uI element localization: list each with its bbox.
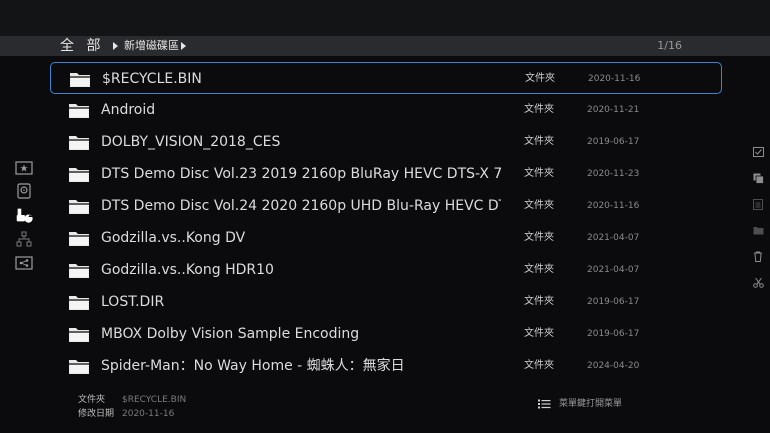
- file-date: 2019-06-17: [587, 329, 640, 339]
- menu-list-icon: [538, 399, 551, 409]
- file-name: MBOX Dolby Vision Sample Encoding: [101, 326, 360, 342]
- breadcrumb-root[interactable]: 全 部: [60, 37, 104, 55]
- file-type: 文件夾: [524, 232, 554, 243]
- file-name: $RECYCLE.BIN: [102, 71, 202, 87]
- file-type: 文件夾: [524, 360, 554, 371]
- footer-type-label: 文件夾: [78, 395, 106, 405]
- share-folder-icon[interactable]: [14, 254, 34, 272]
- footer-date-value: 2020-11-16: [122, 409, 175, 419]
- file-type: 文件夾: [524, 136, 554, 147]
- file-row[interactable]: $RECYCLE.BIN 文件夾 2020-11-16: [50, 62, 722, 94]
- folder-icon: [68, 294, 90, 311]
- folder-icon: [68, 262, 90, 279]
- file-type: 文件夾: [525, 73, 555, 84]
- file-name: DOLBY_VISION_2018_CES: [101, 134, 281, 150]
- file-date: 2020-11-21: [587, 105, 640, 115]
- usb-device-icon[interactable]: 2: [14, 206, 34, 224]
- file-name: LOST.DIR: [101, 294, 165, 310]
- file-name: Godzilla.vs..Kong HDR10: [101, 262, 274, 278]
- file-type: 文件夾: [524, 296, 554, 307]
- file-list: $RECYCLE.BIN 文件夾 2020-11-16 Android 文件夾 2020-…: [50, 62, 722, 382]
- file-date: 2021-04-07: [587, 265, 640, 275]
- folder-icon: [68, 326, 90, 343]
- favorites-folder-icon[interactable]: [14, 159, 34, 177]
- footer-date-label: 修改日期: [78, 409, 115, 419]
- file-type: 文件夾: [524, 200, 554, 211]
- folder-icon: [68, 166, 90, 183]
- folder-icon: [68, 230, 90, 247]
- usb-count-badge: 2: [28, 211, 33, 219]
- file-name: DTS Demo Disc Vol.24 2020 2160p UHD Blu-…: [101, 198, 501, 214]
- breadcrumb-arrow-icon: [113, 42, 118, 50]
- network-icon[interactable]: [14, 230, 34, 248]
- file-date: 2024-04-20: [587, 361, 640, 371]
- file-row[interactable]: DTS Demo Disc Vol.24 2020 2160p UHD Blu-…: [50, 190, 722, 222]
- file-date: 2020-11-16: [587, 201, 640, 211]
- file-row[interactable]: Godzilla.vs..Kong HDR10 文件夾 2021-04-07: [50, 254, 722, 286]
- folder-icon: [68, 358, 90, 375]
- file-name: DTS Demo Disc Vol.23 2019 2160p BluRay H…: [101, 166, 501, 182]
- footer-type-value: $RECYCLE.BIN: [122, 395, 187, 405]
- file-date: 2020-11-23: [587, 169, 640, 179]
- file-type: 文件夾: [524, 104, 554, 115]
- file-date: 2019-06-17: [587, 137, 640, 147]
- menu-hint-text: 菜單鍵打開菜單: [559, 399, 623, 409]
- file-date: 2020-11-16: [588, 74, 641, 84]
- breadcrumb-arrow-icon: [181, 42, 186, 50]
- file-row[interactable]: Spider-Man：No Way Home - 蜘蛛人：無家日 文件夾 2024-…: [50, 350, 722, 382]
- folder-icon: [69, 71, 91, 88]
- move-icon[interactable]: [751, 223, 765, 237]
- file-row[interactable]: LOST.DIR 文件夾 2019-06-17: [50, 286, 722, 318]
- file-date: 2019-06-17: [587, 297, 640, 307]
- folder-icon: [68, 134, 90, 151]
- file-type: 文件夾: [524, 328, 554, 339]
- file-type: 文件夾: [524, 168, 554, 179]
- cut-icon[interactable]: [751, 275, 765, 289]
- page-count: 1/16: [657, 39, 682, 52]
- file-row[interactable]: DOLBY_VISION_2018_CES 文件夾 2019-06-17: [50, 126, 722, 158]
- local-disk-icon[interactable]: [14, 182, 34, 200]
- file-row[interactable]: DTS Demo Disc Vol.23 2019 2160p BluRay H…: [50, 158, 722, 190]
- folder-icon: [68, 102, 90, 119]
- file-name: Spider-Man：No Way Home - 蜘蛛人：無家日: [101, 358, 405, 374]
- file-name: Godzilla.vs..Kong DV: [101, 230, 246, 246]
- file-name: Android: [101, 102, 156, 118]
- delete-icon[interactable]: [751, 249, 765, 263]
- file-row[interactable]: Android 文件夾 2020-11-21: [50, 94, 722, 126]
- folder-icon: [68, 198, 90, 215]
- copy-icon[interactable]: [751, 171, 765, 185]
- top-band: [0, 0, 770, 36]
- menu-hint: 菜單鍵打開菜單: [538, 397, 622, 411]
- select-icon[interactable]: [751, 145, 765, 159]
- file-type: 文件夾: [524, 264, 554, 275]
- file-date: 2021-04-07: [587, 233, 640, 243]
- paste-icon[interactable]: [751, 197, 765, 211]
- file-row[interactable]: MBOX Dolby Vision Sample Encoding 文件夾 2019…: [50, 318, 722, 350]
- breadcrumb-volume[interactable]: 新增磁碟區: [124, 37, 179, 55]
- file-row[interactable]: Godzilla.vs..Kong DV 文件夾 2021-04-07: [50, 222, 722, 254]
